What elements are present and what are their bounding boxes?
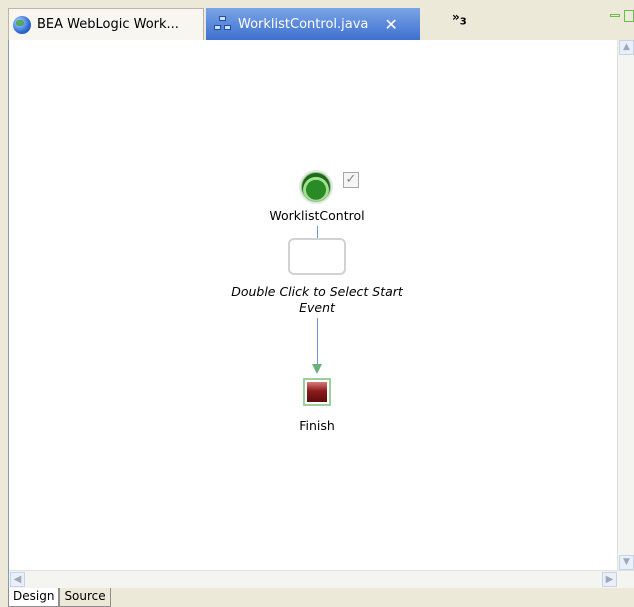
globe-icon bbox=[13, 15, 31, 34]
tab-bea-weblogic[interactable]: BEA WebLogic Work... bbox=[8, 8, 204, 40]
start-node-icon[interactable] bbox=[301, 172, 331, 202]
tab-source[interactable]: Source bbox=[59, 588, 111, 607]
connector-line bbox=[317, 318, 318, 366]
finish-label: Finish bbox=[299, 418, 335, 433]
control-file-icon bbox=[214, 16, 232, 32]
scroll-up-icon[interactable]: ▲ bbox=[619, 40, 634, 55]
checkbox-icon[interactable]: ✓ bbox=[343, 172, 359, 188]
horizontal-scrollbar[interactable]: ◀ ▶ bbox=[9, 570, 634, 588]
tab-overflow-button[interactable]: »3 bbox=[452, 10, 467, 27]
scroll-down-icon[interactable]: ▼ bbox=[619, 555, 634, 570]
start-event-label: Double Click to Select Start Event bbox=[217, 284, 417, 316]
finish-node-icon[interactable] bbox=[303, 378, 331, 406]
tab-label: WorklistControl.java bbox=[238, 16, 369, 32]
tab-label: BEA WebLogic Work... bbox=[37, 17, 179, 32]
window-controls bbox=[610, 10, 634, 22]
scroll-left-icon[interactable]: ◀ bbox=[10, 572, 25, 587]
vertical-scrollbar[interactable]: ▲ ▼ bbox=[617, 40, 634, 570]
editor-window: BEA WebLogic Work... WorklistControl.jav… bbox=[0, 0, 634, 607]
arrow-head-icon bbox=[312, 364, 322, 374]
scroll-right-icon[interactable]: ▶ bbox=[602, 572, 617, 587]
start-event-label-line2: Event bbox=[299, 300, 335, 315]
tab-design[interactable]: Design bbox=[8, 588, 60, 607]
editor-tab-bar: BEA WebLogic Work... WorklistControl.jav… bbox=[0, 0, 634, 40]
editor-mode-tabs: Design Source bbox=[8, 588, 111, 607]
minimize-icon[interactable] bbox=[610, 14, 620, 17]
start-event-box[interactable] bbox=[288, 238, 346, 275]
maximize-icon[interactable] bbox=[624, 10, 634, 22]
overflow-chevron-icon: » bbox=[452, 10, 460, 24]
control-label: WorklistControl bbox=[269, 208, 365, 223]
connector-line bbox=[317, 226, 318, 238]
start-event-label-line1: Double Click to Select Start bbox=[231, 284, 403, 299]
overflow-count: 3 bbox=[459, 16, 467, 28]
close-icon[interactable]: ✕ bbox=[384, 15, 397, 34]
design-canvas[interactable]: ✓ WorklistControl Double Click to Select… bbox=[8, 40, 634, 588]
tab-worklistcontrol-java[interactable]: WorklistControl.java ✕ bbox=[206, 8, 446, 40]
